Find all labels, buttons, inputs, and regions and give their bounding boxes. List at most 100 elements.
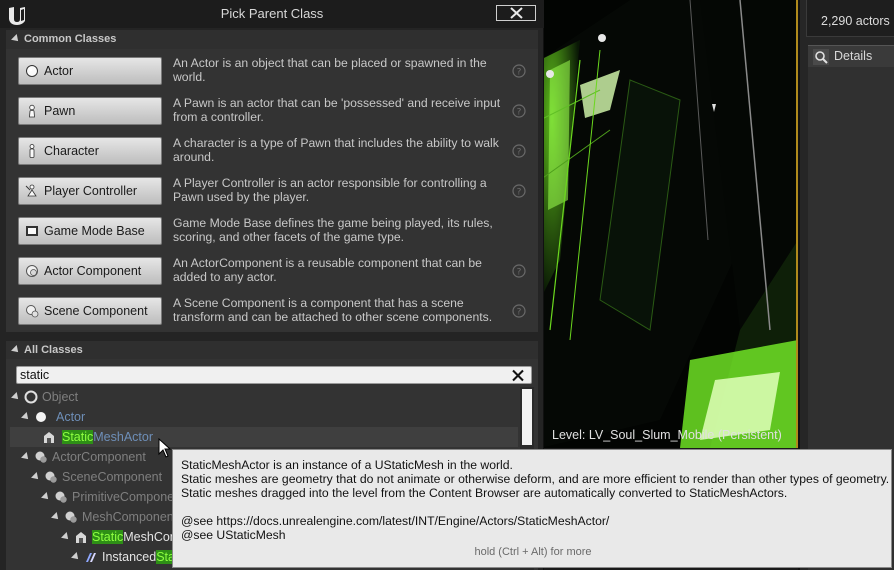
expand-arrow-icon[interactable] [71,552,81,562]
tab-details[interactable]: Details [808,45,894,67]
actor-component-icon [26,265,38,277]
svg-text:?: ? [517,188,522,198]
mesh-component-icon [65,511,77,523]
tree-item-label: ActorComponent [52,450,146,464]
common-class-row-character: Character A character is a type of Pawn … [6,129,538,169]
class-tooltip: StaticMeshActor is an instance of a USta… [172,449,892,568]
scene-component-button-label: Scene Component [44,304,148,318]
details-magnifier-icon [813,49,829,65]
common-class-row-player-controller: Player Controller A Player Controller is… [6,169,538,209]
tooltip-line: Static meshes dragged into the level fro… [181,486,788,500]
all-classes-label: All Classes [24,344,83,356]
svg-text:?: ? [517,148,522,158]
expand-arrow-icon[interactable] [31,472,41,482]
tree-item-label: Actor [56,410,86,424]
actor-sphere-icon [36,412,46,422]
dialog-titlebar[interactable]: Pick Parent Class [0,0,544,28]
collapse-arrow-icon [11,345,21,355]
actor-component-button-label: Actor Component [44,264,142,278]
tree-item-label: InstancedSta [102,550,175,564]
level-label: Level: LV_Soul_Slum_Mobile (Persistent) [552,428,782,442]
help-icon[interactable]: ? [512,184,526,198]
common-class-row-pawn: Pawn A Pawn is an actor that can be 'pos… [6,89,538,129]
help-icon[interactable]: ? [512,64,526,78]
character-description: A character is a type of Pawn that inclu… [173,136,499,164]
class-search-input[interactable] [20,367,500,383]
mouse-cursor-icon [158,438,172,458]
tooltip-doc-link: @see https://docs.unrealengine.com/lates… [181,514,610,528]
tooltip-line: StaticMeshActor is an instance of a USta… [181,458,513,472]
scene-component-button[interactable]: Scene Component [18,297,162,325]
svg-text:?: ? [517,68,522,78]
pawn-icon [29,104,35,118]
game-mode-base-button[interactable]: Game Mode Base [18,217,162,245]
expand-arrow-icon[interactable] [61,532,71,542]
scrollbar-thumb[interactable] [522,389,532,445]
help-icon[interactable]: ? [512,304,526,318]
game-mode-base-button-label: Game Mode Base [44,224,145,238]
game-mode-base-description: Game Mode Base defines the game being pl… [173,216,493,244]
svg-text:?: ? [517,108,522,118]
clear-search-icon[interactable] [511,369,525,382]
tree-item-label: Object [42,390,79,404]
player-controller-button-label: Player Controller [44,184,138,198]
expand-arrow-icon[interactable] [41,492,51,502]
pawn-button[interactable]: Pawn [18,97,162,125]
actor-count-box: 2,290 actors [806,0,894,37]
scene-component-description: A Scene Component is a component that ha… [173,296,493,324]
actor-sphere-icon [26,65,38,77]
player-controller-icon [25,184,37,197]
player-controller-button[interactable]: Player Controller [18,177,162,205]
actor-component-icon [35,451,47,463]
actor-component-button[interactable]: Actor Component [18,257,162,285]
tree-item-label: MeshComponen [82,510,174,524]
common-classes-list: Actor An Actor is an object that can be … [6,49,538,332]
actor-component-description: An ActorComponent is a reusable componen… [173,256,482,284]
svg-text:?: ? [517,308,522,318]
instanced-mesh-icon [86,553,96,562]
viewport-scene [540,0,796,448]
actor-description: An Actor is an object that can be placed… [173,56,487,84]
character-button[interactable]: Character [18,137,162,165]
character-button-label: Character [44,144,99,158]
static-mesh-actor-icon [44,432,54,443]
level-viewport[interactable]: Level: LV_Soul_Slum_Mobile (Persistent) [540,0,798,448]
close-icon [510,7,523,19]
pawn-button-label: Pawn [44,104,76,118]
common-class-row-actor: Actor An Actor is an object that can be … [6,49,538,89]
tooltip-line: @see UStaticMesh [181,528,286,542]
scene-component-icon [45,471,57,483]
common-classes-label: Common Classes [24,33,117,45]
all-classes-header[interactable]: All Classes [6,341,538,360]
tree-item-label: SceneComponent [62,470,163,484]
static-mesh-component-icon [76,532,86,543]
expand-arrow-icon[interactable] [11,392,21,402]
player-controller-description: A Player Controller is an actor responsi… [173,176,487,204]
help-icon[interactable]: ? [512,104,526,118]
tree-item-label: StaticMeshCom [92,530,181,544]
close-button[interactable] [496,5,536,21]
tree-item-label: PrimitiveCompone [72,490,175,504]
class-search-box [16,366,532,384]
tree-item-label: StaticMeshActor [62,430,154,444]
expand-arrow-icon[interactable] [21,412,31,422]
tree-item-object[interactable]: Object [10,387,518,407]
actor-button[interactable]: Actor [18,57,162,85]
character-icon [29,144,35,158]
collapse-arrow-icon [11,34,21,44]
common-class-row-scene-component: Scene Component A Scene Component is a c… [6,289,538,329]
common-class-row-actor-component: Actor Component An ActorComponent is a r… [6,249,538,289]
tree-item-actor[interactable]: Actor [10,407,518,427]
expand-arrow-icon[interactable] [21,452,31,462]
primitive-component-icon [55,491,67,503]
tooltip-line: Static meshes are geometry that do not a… [181,472,890,486]
common-classes-header[interactable]: Common Classes [6,30,538,49]
tree-item-static-mesh-actor[interactable]: StaticMeshActor [10,427,518,447]
tab-details-label: Details [834,49,873,63]
svg-text:?: ? [517,268,522,278]
help-icon[interactable]: ? [512,144,526,158]
dialog-title: Pick Parent Class [220,6,324,21]
common-class-row-game-mode-base: Game Mode Base Game Mode Base defines th… [6,209,538,249]
help-icon[interactable]: ? [512,264,526,278]
expand-arrow-icon[interactable] [51,512,61,522]
